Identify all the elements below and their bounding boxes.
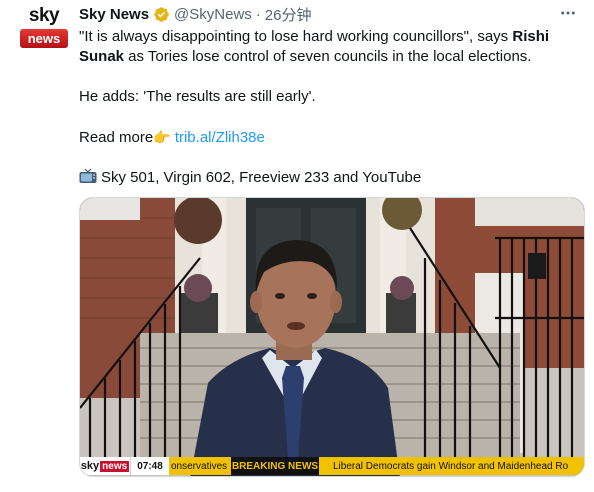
more-options-button[interactable] — [558, 4, 578, 22]
read-more-label: Read more — [79, 129, 154, 146]
video-frame-image — [80, 198, 584, 476]
tweet-paragraph-1: "It is always disappointing to lose hard… — [79, 27, 579, 67]
ticker-headline-right: Liberal Democrats gain Windsor and Maide… — [319, 457, 584, 475]
tweet-paragraph-1-end: as Tories lose control of seven councils… — [124, 48, 532, 65]
video-thumbnail[interactable]: sky news 07:48 onservatives BREAKING NEWS… — [79, 197, 585, 477]
television-icon — [79, 168, 97, 183]
tweet-card[interactable]: sky news Sky News @SkyNews · 26分钟 "It is… — [0, 0, 594, 492]
ticker-time: 07:48 — [130, 457, 169, 475]
author-handle[interactable]: @SkyNews — [174, 6, 252, 23]
tweet-paragraph-2: He adds: 'The results are still early'. — [79, 88, 316, 105]
tweet-text: "It is always disappointing to lose hard… — [79, 27, 579, 188]
author-name[interactable]: Sky News — [79, 6, 149, 23]
tweet-paragraph-4: Sky 501, Virgin 602, Freeview 233 and Yo… — [79, 168, 579, 188]
tweet-timestamp[interactable]: 26分钟 — [265, 4, 312, 25]
ticker-logo-sky: sky — [80, 460, 100, 472]
ticker-logo-news: news — [100, 460, 130, 472]
ticker-sky-news-logo: sky news — [80, 457, 130, 475]
read-more-link[interactable]: trib.al/Zlih38e — [175, 129, 265, 146]
channels-text: Sky 501, Virgin 602, Freeview 233 and Yo… — [101, 169, 422, 186]
avatar[interactable]: sky news — [19, 3, 69, 53]
pointing-hand-icon: 👉 — [153, 129, 171, 145]
ticker-breaking-news: BREAKING NEWS — [231, 457, 319, 475]
tweet-paragraph-3: Read more👉 trib.al/Zlih38e — [79, 127, 579, 148]
header-separator: · — [255, 5, 261, 23]
tweet-quote-text: "It is always disappointing to lose hard… — [79, 28, 513, 45]
verified-badge-icon — [154, 6, 169, 22]
more-horizontal-icon — [561, 11, 575, 15]
avatar-logo-news: news — [20, 29, 68, 48]
ticker-headline-left: onservatives — [169, 457, 231, 475]
tweet-header: Sky News @SkyNews · 26分钟 — [79, 4, 311, 24]
avatar-logo-sky: sky — [28, 5, 60, 26]
news-ticker: sky news 07:48 onservatives BREAKING NEWS… — [80, 457, 584, 475]
